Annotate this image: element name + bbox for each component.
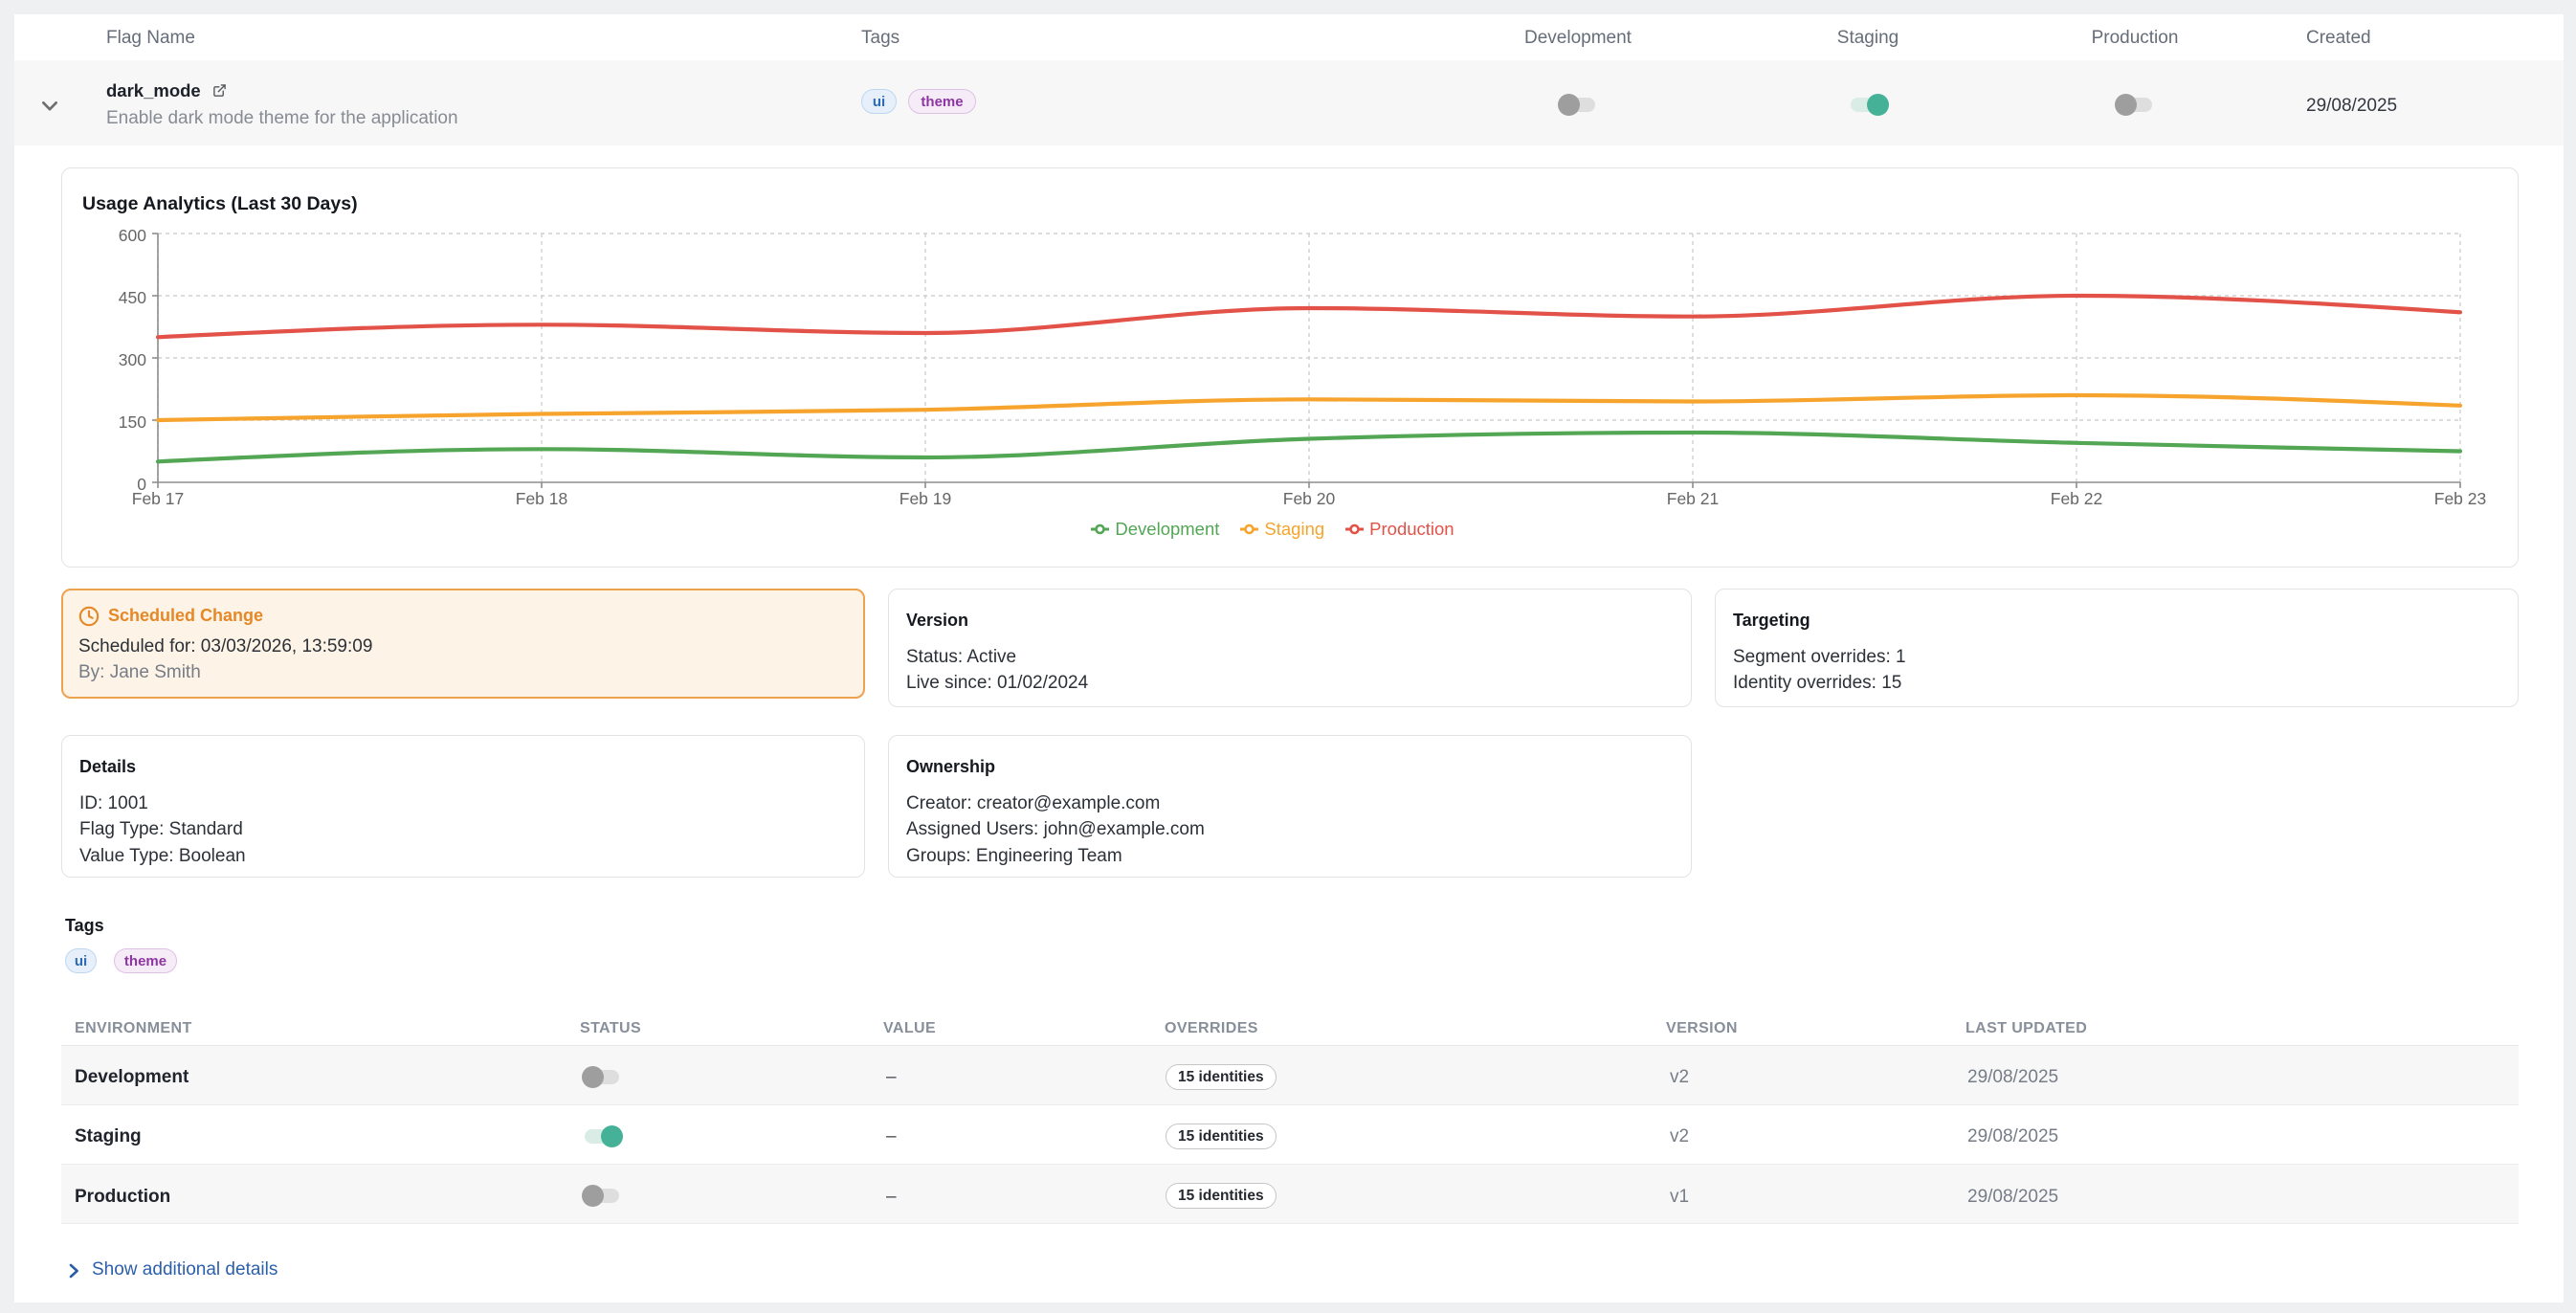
svg-text:150: 150 [119, 412, 146, 432]
svg-text:450: 450 [119, 288, 146, 307]
svg-text:600: 600 [119, 226, 146, 245]
svg-text:Feb 20: Feb 20 [1283, 489, 1336, 508]
svg-text:Feb 17: Feb 17 [132, 489, 184, 508]
svg-text:300: 300 [119, 350, 146, 369]
svg-text:Feb 19: Feb 19 [899, 489, 951, 508]
svg-text:Feb 18: Feb 18 [516, 489, 567, 508]
svg-text:Feb 23: Feb 23 [2434, 489, 2486, 508]
svg-text:Feb 22: Feb 22 [2051, 489, 2102, 508]
svg-text:Feb 21: Feb 21 [1667, 489, 1719, 508]
